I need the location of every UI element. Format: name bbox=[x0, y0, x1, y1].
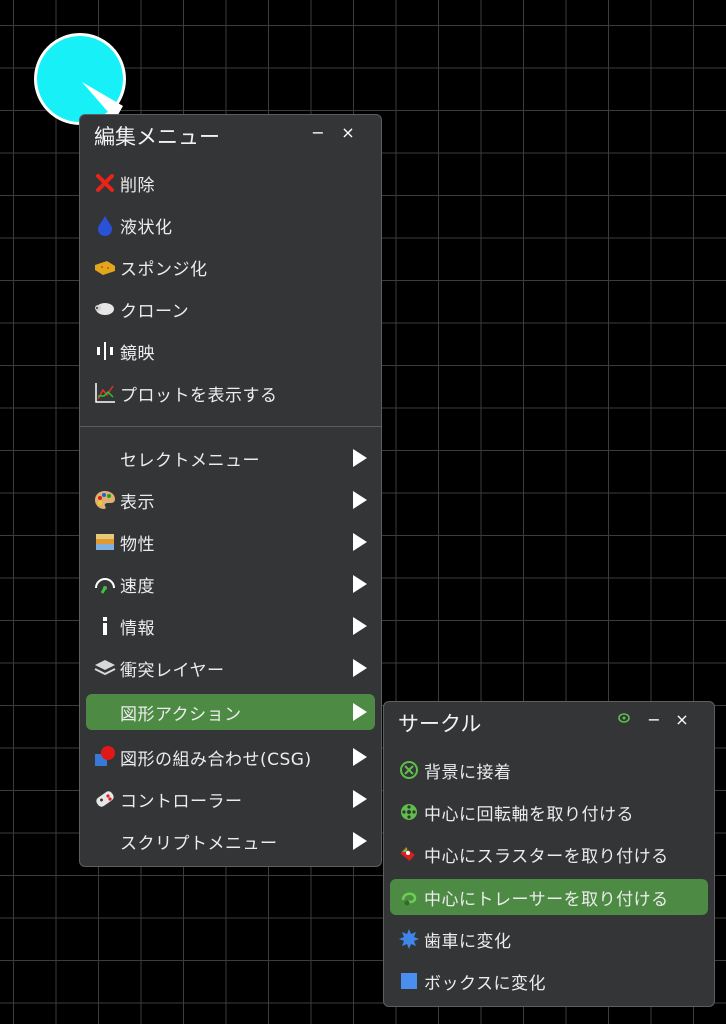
submenu-arrow-icon bbox=[353, 491, 367, 509]
menu-item-label: 鏡映 bbox=[120, 343, 155, 364]
submenu-collision-layers[interactable]: 衝突レイヤー bbox=[86, 650, 375, 686]
menu-item-label: 背景に接着 bbox=[424, 762, 512, 783]
thruster-icon bbox=[396, 841, 422, 867]
plot-icon bbox=[92, 380, 118, 406]
menu-item-label: 中心にスラスターを取り付ける bbox=[424, 846, 669, 867]
submenu-csg[interactable]: 図形の組み合わせ(CSG) bbox=[86, 739, 375, 775]
menu-item-gear[interactable]: 歯車に変化 bbox=[390, 921, 708, 957]
info-icon bbox=[92, 613, 118, 639]
menu-item-label: 速度 bbox=[120, 576, 155, 597]
menu-item-label: 物性 bbox=[120, 534, 155, 555]
palette-icon bbox=[92, 487, 118, 513]
close-button[interactable]: × bbox=[672, 710, 692, 730]
menu-item-plot[interactable]: プロットを表示する bbox=[86, 375, 375, 411]
submenu-velocity[interactable]: 速度 bbox=[86, 566, 375, 602]
fixate-icon bbox=[396, 757, 422, 783]
submenu-shape-actions[interactable]: 図形アクション bbox=[86, 694, 375, 730]
submenu-arrow-icon bbox=[353, 659, 367, 677]
menu-item-label: クローン bbox=[120, 301, 190, 322]
circle-object[interactable] bbox=[34, 33, 126, 125]
hinge-icon bbox=[396, 799, 422, 825]
close-button[interactable]: × bbox=[338, 123, 358, 143]
minimize-button[interactable]: − bbox=[308, 123, 328, 143]
pin-icon[interactable] bbox=[614, 710, 634, 730]
menu-item-mirror[interactable]: 鏡映 bbox=[86, 333, 375, 369]
submenu-script[interactable]: スクリプトメニュー bbox=[86, 823, 375, 859]
menu-divider bbox=[80, 426, 381, 427]
menu-item-label: 歯車に変化 bbox=[424, 931, 512, 952]
submenu-arrow-icon bbox=[353, 575, 367, 593]
submenu-arrow-icon bbox=[353, 790, 367, 808]
menu-item-label: 情報 bbox=[120, 618, 155, 639]
menu-item-clone[interactable]: クローン bbox=[86, 291, 375, 327]
sheep-clone-icon bbox=[92, 296, 118, 322]
submenu-arrow-icon bbox=[353, 703, 367, 721]
menu-item-label: コントローラー bbox=[120, 791, 243, 812]
liquid-drop-icon bbox=[92, 212, 118, 238]
tracer-icon bbox=[396, 884, 422, 910]
menu-item-label: 削除 bbox=[120, 175, 155, 196]
speedometer-icon bbox=[92, 571, 118, 597]
menu-item-label: 液状化 bbox=[120, 217, 173, 238]
circle-menu-title: サークル bbox=[398, 712, 482, 736]
menu-item-sponge[interactable]: スポンジ化 bbox=[86, 249, 375, 285]
menu-item-label: 表示 bbox=[120, 492, 155, 513]
menu-item-box[interactable]: ボックスに変化 bbox=[390, 963, 708, 999]
menu-item-delete[interactable]: 削除 bbox=[86, 165, 375, 201]
gear-icon bbox=[396, 926, 422, 952]
submenu-appearance[interactable]: 表示 bbox=[86, 482, 375, 518]
submenu-arrow-icon bbox=[353, 533, 367, 551]
gamepad-icon bbox=[92, 786, 118, 812]
submenu-info[interactable]: 情報 bbox=[86, 608, 375, 644]
circle-menu-panel: サークル − × 背景に接着 中心に回転軸を取り付ける 中心にスラスターを取り付… bbox=[383, 701, 715, 1007]
menu-item-label: 中心にトレーサーを取り付ける bbox=[424, 889, 669, 910]
menu-item-label: 中心に回転軸を取り付ける bbox=[424, 804, 634, 825]
menu-item-label: セレクトメニュー bbox=[120, 450, 260, 471]
circle-angle-indicator bbox=[82, 82, 123, 120]
box-icon bbox=[396, 968, 422, 994]
csg-icon bbox=[92, 744, 118, 770]
menu-item-label: スクリプトメニュー bbox=[120, 833, 278, 854]
submenu-controllers[interactable]: コントローラー bbox=[86, 781, 375, 817]
menu-item-label: 衝突レイヤー bbox=[120, 660, 225, 681]
delete-x-icon bbox=[92, 170, 118, 196]
edit-menu-title: 編集メニュー bbox=[94, 125, 220, 149]
submenu-arrow-icon bbox=[353, 617, 367, 635]
submenu-select[interactable]: セレクトメニュー bbox=[86, 440, 375, 476]
mirror-icon bbox=[92, 338, 118, 364]
menu-item-label: プロットを表示する bbox=[120, 385, 278, 406]
submenu-arrow-icon bbox=[353, 449, 367, 467]
submenu-arrow-icon bbox=[353, 832, 367, 850]
submenu-arrow-icon bbox=[353, 748, 367, 766]
edit-menu-panel: 編集メニュー − × 削除 液状化 スポンジ化 クローン 鏡映 プロットを表示す… bbox=[79, 114, 382, 867]
menu-item-label: スポンジ化 bbox=[120, 259, 208, 280]
submenu-material[interactable]: 物性 bbox=[86, 524, 375, 560]
menu-item-liquify[interactable]: 液状化 bbox=[86, 207, 375, 243]
menu-item-label: 図形の組み合わせ(CSG) bbox=[120, 749, 312, 770]
menu-item-fixate[interactable]: 背景に接着 bbox=[390, 752, 708, 788]
layers-icon bbox=[92, 655, 118, 681]
menu-item-tracer[interactable]: 中心にトレーサーを取り付ける bbox=[390, 879, 708, 915]
minimize-button[interactable]: − bbox=[644, 710, 664, 730]
material-layers-icon bbox=[92, 529, 118, 555]
menu-item-hinge[interactable]: 中心に回転軸を取り付ける bbox=[390, 794, 708, 830]
menu-item-thruster[interactable]: 中心にスラスターを取り付ける bbox=[390, 836, 708, 872]
menu-item-label: ボックスに変化 bbox=[424, 973, 546, 994]
sponge-icon bbox=[92, 254, 118, 280]
menu-item-label: 図形アクション bbox=[120, 704, 242, 725]
